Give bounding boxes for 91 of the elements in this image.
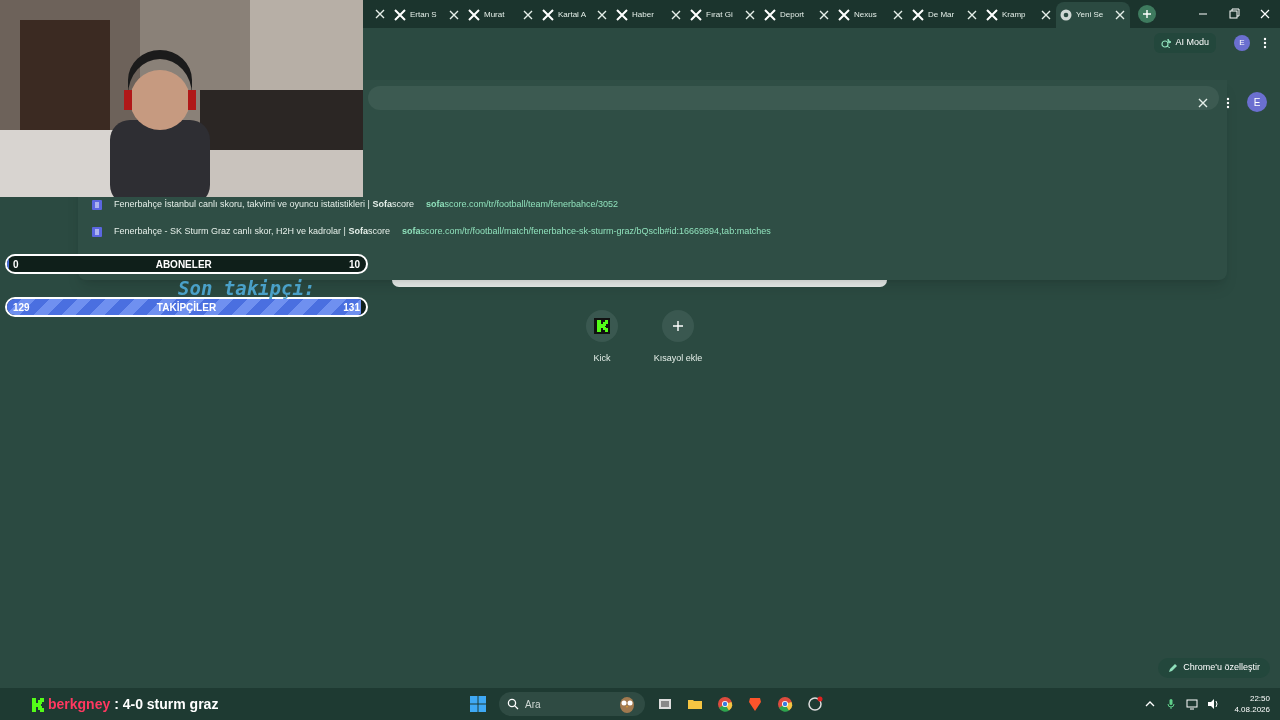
ai-mode-button[interactable]: AI Modu xyxy=(1154,33,1216,53)
browser-tab[interactable]: Murat xyxy=(464,2,538,28)
goal-label: TAKİPÇİLER xyxy=(156,300,217,315)
window-icon xyxy=(657,696,673,712)
owl-icon xyxy=(617,695,637,713)
speaker-icon xyxy=(1207,698,1220,710)
browser-tab[interactable]: Kartal A xyxy=(538,2,612,28)
browser-tab[interactable]: Ertan S xyxy=(390,2,464,28)
tab-title: Haber xyxy=(632,9,655,21)
site-icon xyxy=(92,200,102,210)
plus-icon xyxy=(1142,9,1152,19)
close-icon xyxy=(744,9,756,21)
goal-target: 131 xyxy=(343,300,360,315)
browser-tab[interactable]: Kramp xyxy=(982,2,1056,28)
tab-title: Kartal A xyxy=(558,9,587,21)
chrome-icon xyxy=(717,696,733,712)
browser-tab[interactable]: Fırat Gi xyxy=(686,2,760,28)
x-logo-icon xyxy=(542,9,554,21)
suggestion-url: sofascore.com/tr/football/match/fenerbahce-sk-sturm-graz/bQsclb#id:16669894,tab:matches xyxy=(401,225,771,239)
tab-title: Murat xyxy=(484,9,506,21)
shortcut-tile[interactable]: Kısayol ekle xyxy=(655,310,701,366)
menu-button[interactable] xyxy=(1226,96,1232,110)
x-logo-icon xyxy=(394,9,406,21)
microphone-icon xyxy=(1165,698,1178,710)
chat-message: berkgney : 4-0 sturm graz xyxy=(48,695,219,714)
plus-icon xyxy=(672,320,684,332)
suggestion-url: sofascore.com/tr/football/team/fenerbahce/3052 xyxy=(426,198,619,212)
goal-label: ABONELER xyxy=(155,257,212,272)
k-logo-icon xyxy=(32,697,44,712)
last-follower-label: Son takipçi: xyxy=(178,276,316,301)
search-sparkle-icon xyxy=(1161,38,1172,48)
tab-title: Nexus xyxy=(854,9,878,21)
tab-title: Kramp xyxy=(1002,9,1027,21)
monitor-icon xyxy=(1186,698,1199,710)
restore-icon xyxy=(1227,8,1240,20)
close-icon xyxy=(1114,9,1126,21)
close-icon xyxy=(818,9,830,21)
close-icon xyxy=(448,9,460,21)
browser-tab[interactable]: Deport xyxy=(760,2,834,28)
goal-target: 10 xyxy=(348,257,360,272)
x-logo-icon xyxy=(468,9,480,21)
chrome-icon xyxy=(1060,9,1072,21)
close-icon xyxy=(374,8,386,20)
browser-tab[interactable]: Yeni Se xyxy=(1056,2,1130,28)
close-icon xyxy=(1197,97,1209,109)
close-icon xyxy=(670,9,682,21)
goal-current: 129 xyxy=(13,300,30,315)
taskbar-search-field[interactable]: Ara xyxy=(499,692,645,716)
start-button[interactable] xyxy=(467,693,489,715)
profile-avatar[interactable]: E xyxy=(1234,35,1250,51)
tab-title: Deport xyxy=(780,9,805,21)
customize-chrome-button[interactable]: Chrome'u özelleştir xyxy=(1158,658,1270,678)
tray-button[interactable] xyxy=(1186,698,1199,710)
search-input[interactable]: Ara xyxy=(525,696,611,712)
search-field[interactable] xyxy=(392,280,887,287)
x-logo-icon xyxy=(690,9,702,21)
search-icon xyxy=(507,698,519,710)
tab-title: Fırat Gi xyxy=(706,9,734,21)
chrome-icon xyxy=(777,696,793,712)
x-logo-icon xyxy=(764,9,776,21)
browser-tab[interactable]: Nexus xyxy=(834,2,908,28)
menu-icon xyxy=(1226,97,1230,109)
close-icon xyxy=(522,9,534,21)
close-icon xyxy=(966,9,978,21)
x-logo-icon xyxy=(912,9,924,21)
pencil-icon xyxy=(1168,663,1179,673)
shortcut-tile[interactable]: Kick xyxy=(579,310,625,366)
tab-title: Ertan S xyxy=(410,9,438,21)
k-logo-icon xyxy=(594,318,610,334)
close-icon xyxy=(596,9,608,21)
x-logo-icon xyxy=(616,9,628,21)
goal-current: 0 xyxy=(13,257,19,272)
suggestion-title: Fenerbahçe - SK Sturm Graz canlı skor, H2H ve kadrolar | Sofascore xyxy=(114,225,390,239)
profile-avatar[interactable]: E xyxy=(1247,92,1267,112)
tray-button[interactable] xyxy=(1165,698,1178,710)
close-icon xyxy=(1040,9,1052,21)
close-icon xyxy=(1258,8,1271,20)
windows-logo-icon xyxy=(470,696,486,712)
browser-tab[interactable]: De Mar xyxy=(908,2,982,28)
menu-icon xyxy=(1263,37,1267,49)
tab-title: De Mar xyxy=(928,9,956,21)
x-logo-icon xyxy=(986,9,998,21)
tab-title: Yeni Se xyxy=(1076,9,1105,21)
browser-tab[interactable]: Haber xyxy=(612,2,686,28)
clock[interactable]: 22:50 4.08.2026 xyxy=(1234,693,1270,715)
suggestion-title: Fenerbahçe İstanbul canlı skoru, takvimi ve oyuncu istatistikleri | Sofascore xyxy=(114,198,414,212)
x-logo-icon xyxy=(838,9,850,21)
new-tab-button[interactable] xyxy=(1138,5,1156,23)
close-icon xyxy=(892,9,904,21)
tray-button[interactable] xyxy=(1207,698,1220,710)
site-icon xyxy=(92,227,102,237)
